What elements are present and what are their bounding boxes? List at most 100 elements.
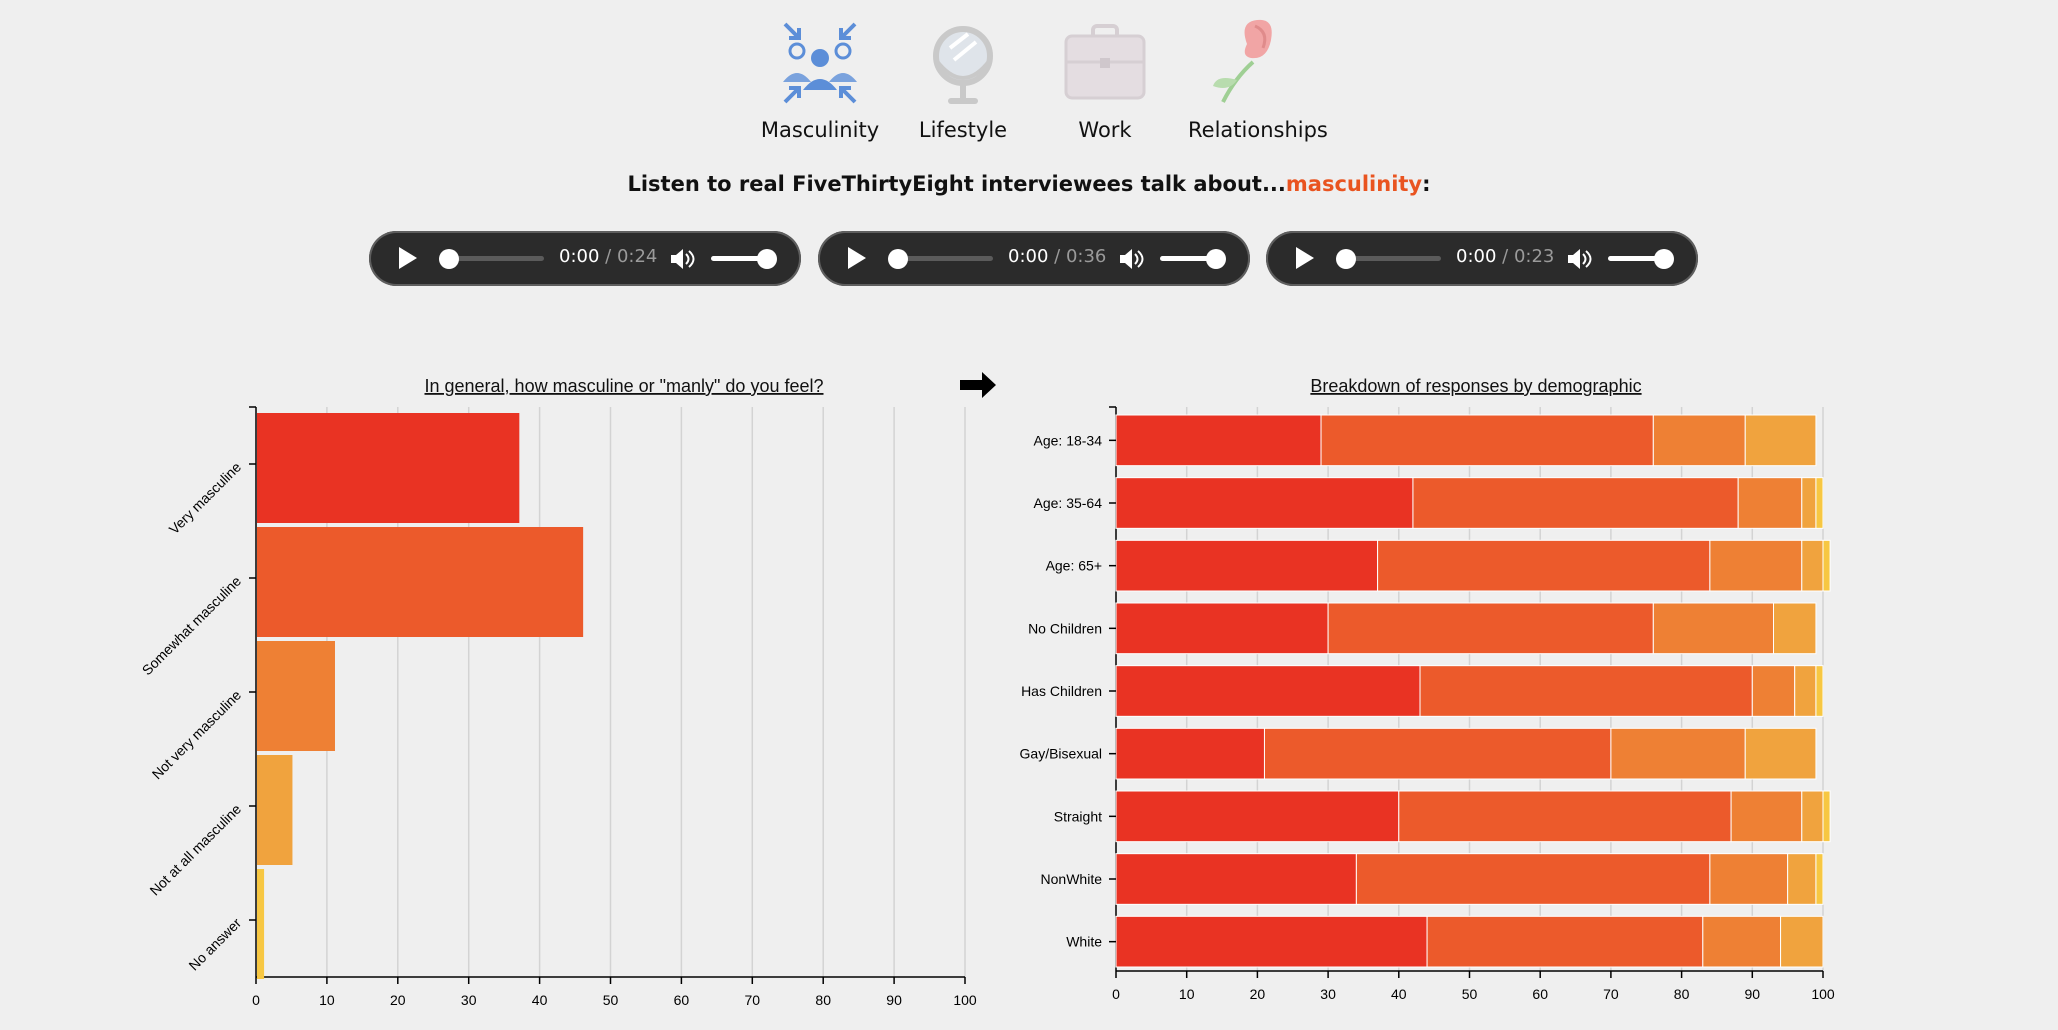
- seek-knob[interactable]: [888, 249, 908, 269]
- volume-knob[interactable]: [1654, 249, 1674, 269]
- stacked-bar-segment: [1419, 665, 1753, 717]
- seek-knob[interactable]: [1336, 249, 1356, 269]
- stacked-bar-segment: [1815, 665, 1824, 717]
- nav-item-lifestyle[interactable]: Lifestyle: [903, 18, 1023, 142]
- seek-track[interactable]: [1341, 256, 1441, 261]
- play-icon[interactable]: [394, 245, 420, 271]
- x-tick-label: 70: [1603, 986, 1619, 1002]
- arrow-right-icon: [960, 372, 996, 398]
- stacked-bar-segment: [1263, 727, 1612, 780]
- nav-item-masculinity[interactable]: Masculinity: [760, 18, 880, 142]
- x-tick-label: 60: [674, 992, 690, 1008]
- x-tick-label: 50: [603, 992, 619, 1008]
- y-tick-label: Not at all masculine: [146, 801, 244, 899]
- stacked-bar-segment: [1398, 790, 1732, 843]
- x-tick-label: 0: [252, 992, 260, 1008]
- stacked-bar-segment: [1115, 539, 1379, 592]
- chart-title: In general, how masculine or "manly" do …: [425, 376, 824, 396]
- stacked-bar-segment: [1730, 790, 1803, 843]
- stacked-bar-segment: [1815, 853, 1824, 905]
- y-tick-label: Very masculine: [166, 459, 245, 538]
- stacked-bar-segment: [1320, 414, 1654, 467]
- nav-item-label: Masculinity: [760, 118, 880, 142]
- heading-topic: masculinity: [1285, 172, 1423, 196]
- seek-track[interactable]: [444, 256, 544, 261]
- bar: [257, 413, 520, 523]
- stacked-bar-segment: [1355, 853, 1711, 905]
- x-tick-label: 40: [1391, 986, 1407, 1002]
- stacked-bar-segment: [1822, 539, 1831, 592]
- y-tick-label: Gay/Bisexual: [1020, 746, 1102, 762]
- x-tick-label: 90: [886, 992, 902, 1008]
- stacked-bar-segment: [1737, 477, 1803, 529]
- y-tick-label: Age: 65+: [1046, 558, 1102, 574]
- x-tick-label: 30: [461, 992, 477, 1008]
- bar: [257, 755, 293, 865]
- volume-knob[interactable]: [1206, 249, 1226, 269]
- seek-track[interactable]: [893, 256, 993, 261]
- stacked-bar-segment: [1794, 665, 1817, 717]
- x-tick-label: 30: [1320, 986, 1336, 1002]
- heading-suffix: :: [1422, 172, 1431, 196]
- play-icon[interactable]: [1291, 245, 1317, 271]
- stacked-bar-segment: [1801, 790, 1824, 843]
- stacked-bar-segment: [1709, 853, 1789, 905]
- y-tick-label: Age: 18-34: [1034, 432, 1103, 448]
- current-time: 0:00: [1456, 246, 1497, 267]
- current-time: 0:00: [1008, 246, 1049, 267]
- stacked-bar-segment: [1115, 665, 1421, 717]
- heading-prefix: Listen to real FiveThirtyEight interview…: [627, 172, 1286, 196]
- mirror-icon: [933, 26, 993, 104]
- rose-icon: [1213, 19, 1272, 103]
- stacked-bar-segment: [1709, 539, 1803, 592]
- people-converge-icon: [783, 22, 857, 104]
- audio-player-1[interactable]: 0:00 / 0:24: [369, 231, 801, 286]
- time-display: 0:00 / 0:36: [1008, 246, 1106, 267]
- chart-title: Breakdown of responses by demographic: [1310, 376, 1641, 396]
- time-display: 0:00 / 0:24: [559, 246, 657, 267]
- x-tick-label: 20: [1250, 986, 1266, 1002]
- nav-item-label: Work: [1078, 118, 1132, 142]
- stacked-bar-segment: [1744, 414, 1817, 467]
- bar: [257, 527, 584, 637]
- volume-icon[interactable]: [1566, 246, 1592, 272]
- x-tick-label: 40: [532, 992, 548, 1008]
- audio-player-3[interactable]: 0:00 / 0:23: [1266, 231, 1698, 286]
- section-heading: Listen to real FiveThirtyEight interview…: [0, 172, 2058, 196]
- play-icon[interactable]: [843, 245, 869, 271]
- x-tick-label: 20: [390, 992, 406, 1008]
- x-tick-label: 0: [1112, 986, 1120, 1002]
- stacked-bar-segment: [1773, 602, 1817, 655]
- current-time: 0:00: [559, 246, 600, 267]
- stacked-bar-segment: [1787, 853, 1817, 905]
- stacked-bar-segment: [1115, 602, 1329, 655]
- y-tick-label: NonWhite: [1041, 871, 1103, 887]
- audio-player-2[interactable]: 0:00 / 0:36: [818, 231, 1250, 286]
- briefcase-icon: [1064, 24, 1146, 100]
- stacked-bar-segment: [1744, 727, 1817, 780]
- duration: / 0:24: [605, 246, 658, 267]
- x-tick-label: 70: [745, 992, 761, 1008]
- stacked-bar-segment: [1115, 790, 1400, 843]
- stacked-bar-segment: [1751, 665, 1796, 717]
- duration: / 0:23: [1502, 246, 1555, 267]
- y-tick-label: No Children: [1028, 620, 1102, 636]
- stacked-bar-segment: [1801, 477, 1817, 529]
- nav-item-work[interactable]: Work: [1045, 18, 1165, 142]
- seek-knob[interactable]: [439, 249, 459, 269]
- stacked-bar-segment: [1115, 414, 1322, 467]
- volume-icon[interactable]: [1118, 246, 1144, 272]
- x-tick-label: 60: [1532, 986, 1548, 1002]
- y-tick-label: Age: 35-64: [1034, 495, 1103, 511]
- volume-icon[interactable]: [669, 246, 695, 272]
- stacked-bar-segment: [1702, 915, 1782, 968]
- volume-knob[interactable]: [757, 249, 777, 269]
- stacked-bar-segment: [1115, 727, 1265, 780]
- stacked-bar-segment: [1115, 915, 1428, 968]
- x-tick-label: 80: [1674, 986, 1690, 1002]
- stacked-bar-segment: [1652, 414, 1746, 467]
- charts-area: In general, how masculine or "manly" do …: [139, 372, 1835, 1008]
- x-tick-label: 10: [319, 992, 335, 1008]
- nav-item-relationships[interactable]: Relationships: [1188, 18, 1328, 142]
- stacked-bar-segment: [1822, 790, 1831, 843]
